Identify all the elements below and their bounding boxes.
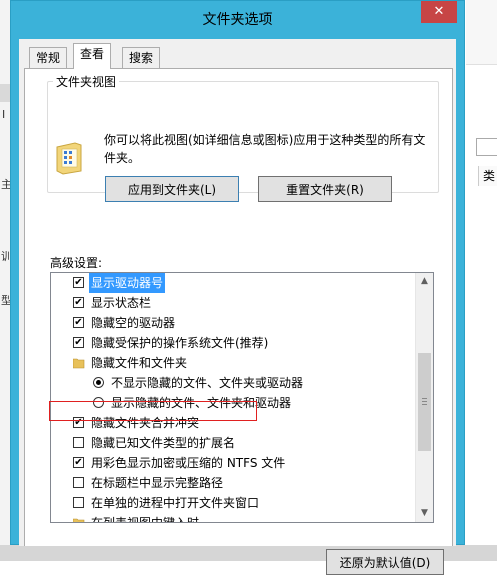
tab-general[interactable]: 常规	[29, 47, 68, 68]
tab-view[interactable]: 查看	[73, 43, 112, 69]
checkbox-checked-icon[interactable]: ✔	[73, 457, 84, 468]
advanced-settings-label: 高级设置:	[50, 256, 103, 270]
checkbox-unchecked-icon[interactable]	[73, 497, 84, 508]
scroll-up-icon[interactable]: ▲	[416, 273, 433, 290]
scrollbar-thumb[interactable]	[418, 353, 431, 451]
dialog-title: 文件夹选项	[202, 12, 273, 28]
folder-icon	[73, 518, 85, 522]
folder-options-dialog: 文件夹选项 ✕ 常规 查看 搜索 文件夹视图 你可以将此视图(如详细信息或图标)…	[10, 0, 465, 575]
thumb-grip	[422, 401, 427, 402]
tree-item[interactable]: 在列表视图中键入时	[51, 513, 411, 523]
background-search-field	[476, 138, 497, 156]
tree-item[interactable]: ✔ 显示状态栏	[51, 293, 411, 313]
restore-defaults-button[interactable]: 还原为默认值(D)	[326, 549, 444, 575]
tree-item-label: 显示驱动器号	[89, 273, 166, 293]
radio-selected-icon[interactable]	[93, 377, 104, 388]
tree-item-label: 在列表视图中键入时	[91, 516, 200, 523]
tree-item[interactable]: 隐藏文件和文件夹	[51, 353, 411, 373]
dialog-client: 常规 查看 搜索 文件夹视图 你可以将此视图(如详细信息或图标)应用于这种类型的…	[19, 39, 456, 575]
close-icon: ✕	[433, 4, 445, 19]
advanced-settings-tree[interactable]: ✔ 显示驱动器号 ✔ 显示状态栏 ✔ 隐藏空的驱动器 ✔ 隐藏受保护的操作系统文件(推荐) 隐藏…	[50, 272, 434, 523]
thumb-grip	[422, 398, 427, 399]
apply-to-folders-button[interactable]: 应用到文件夹(L)	[105, 176, 239, 202]
background-window-right	[466, 0, 497, 561]
tree-item-label: 显示状态栏	[91, 296, 152, 310]
tree-item-label: 隐藏受保护的操作系统文件(推荐)	[91, 336, 269, 350]
tree-item-label: 在标题栏中显示完整路径	[91, 476, 224, 490]
tree-item-label: 隐藏空的驱动器	[91, 316, 176, 330]
tree-item-label: 隐藏已知文件类型的扩展名	[91, 436, 236, 450]
tree-item[interactable]: 在单独的进程中打开文件夹窗口	[51, 493, 411, 513]
annotation-highlight-box	[49, 401, 257, 421]
tree-item[interactable]: 隐藏已知文件类型的扩展名	[51, 433, 411, 453]
close-button[interactable]: ✕	[421, 1, 457, 23]
background-text: I	[2, 108, 6, 121]
tree-item[interactable]: 在标题栏中显示完整路径	[51, 473, 411, 493]
folder-icon	[73, 358, 85, 369]
tree-item[interactable]: ✔ 隐藏空的驱动器	[51, 313, 411, 333]
tree-item[interactable]: 不显示隐藏的文件、文件夹或驱动器	[51, 373, 411, 393]
reset-folders-button[interactable]: 重置文件夹(R)	[258, 176, 392, 202]
view-tab-page: 文件夹视图 你可以将此视图(如详细信息或图标)应用于这种类型的所有文件夹。 应用…	[24, 68, 453, 575]
tree-item[interactable]: ✔ 用彩色显示加密或压缩的 NTFS 文件	[51, 453, 411, 473]
checkbox-checked-icon[interactable]: ✔	[73, 277, 84, 288]
tab-search[interactable]: 搜索	[122, 47, 161, 68]
checkbox-unchecked-icon[interactable]	[73, 437, 84, 448]
folder-view-icon	[56, 142, 82, 175]
tree-item-label: 不显示隐藏的文件、文件夹或驱动器	[111, 376, 304, 390]
checkbox-checked-icon[interactable]: ✔	[73, 317, 84, 328]
tree-item-label: 在单独的进程中打开文件夹窗口	[91, 496, 260, 510]
folder-views-label: 文件夹视图	[53, 73, 120, 90]
tree-item-label: 用彩色显示加密或压缩的 NTFS 文件	[91, 456, 286, 470]
background-ribbon	[466, 0, 497, 65]
scroll-down-icon[interactable]: ▼	[416, 505, 433, 522]
background-column-header: 类	[478, 166, 497, 186]
checkbox-checked-icon[interactable]: ✔	[73, 297, 84, 308]
checkbox-unchecked-icon[interactable]	[73, 477, 84, 488]
checkbox-checked-icon[interactable]: ✔	[73, 337, 84, 348]
tree-item[interactable]: ✔ 显示驱动器号	[51, 273, 411, 293]
tree-scrollbar[interactable]: ▲ ▼	[415, 273, 433, 522]
folder-views-description: 你可以将此视图(如详细信息或图标)应用于这种类型的所有文件夹。	[104, 133, 426, 165]
tree-item-label: 隐藏文件和文件夹	[91, 356, 188, 370]
thumb-grip	[422, 404, 427, 405]
tree-item[interactable]: ✔ 隐藏受保护的操作系统文件(推荐)	[51, 333, 411, 353]
